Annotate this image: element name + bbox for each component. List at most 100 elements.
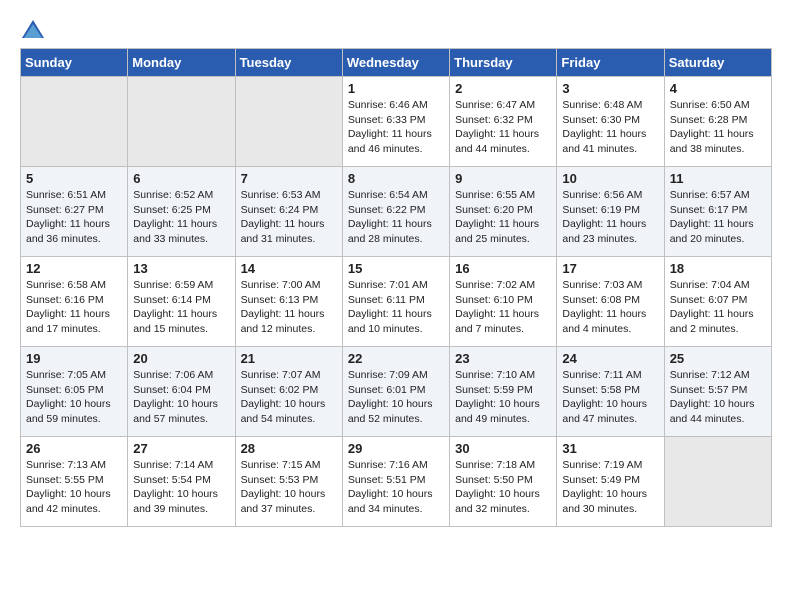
header-day-thursday: Thursday — [450, 49, 557, 77]
day-info: Sunrise: 6:52 AMSunset: 6:25 PMDaylight:… — [133, 188, 229, 247]
day-number: 28 — [241, 441, 337, 456]
calendar-cell: 2 Sunrise: 6:47 AMSunset: 6:32 PMDaylight… — [450, 77, 557, 167]
day-info: Sunrise: 7:19 AMSunset: 5:49 PMDaylight:… — [562, 458, 658, 517]
calendar-cell: 31 Sunrise: 7:19 AMSunset: 5:49 PMDayligh… — [557, 437, 664, 527]
day-info: Sunrise: 7:06 AMSunset: 6:04 PMDaylight:… — [133, 368, 229, 427]
header-day-tuesday: Tuesday — [235, 49, 342, 77]
day-number: 22 — [348, 351, 444, 366]
calendar-cell: 3Sunrise: 6:48 AMSunset: 6:30 PMDaylight… — [557, 77, 664, 167]
calendar-cell: 19 Sunrise: 7:05 AMSunset: 6:05 PMDayligh… — [21, 347, 128, 437]
logo — [20, 20, 46, 38]
day-number: 23 — [455, 351, 551, 366]
calendar-cell — [235, 77, 342, 167]
day-number: 25 — [670, 351, 766, 366]
day-number: 1 — [348, 81, 444, 96]
calendar-cell: 1 Sunrise: 6:46 AMSunset: 6:33 PMDaylight… — [342, 77, 449, 167]
calendar-cell: 7 Sunrise: 6:53 AMSunset: 6:24 PMDaylight… — [235, 167, 342, 257]
day-number: 31 — [562, 441, 658, 456]
calendar-cell: 8 Sunrise: 6:54 AMSunset: 6:22 PMDaylight… — [342, 167, 449, 257]
header-day-monday: Monday — [128, 49, 235, 77]
day-number: 17 — [562, 261, 658, 276]
calendar-week-3: 12 Sunrise: 6:58 AMSunset: 6:16 PMDayligh… — [21, 257, 772, 347]
day-info: Sunrise: 7:16 AMSunset: 5:51 PMDaylight:… — [348, 458, 444, 517]
day-info: Sunrise: 6:51 AMSunset: 6:27 PMDaylight:… — [26, 188, 122, 247]
day-info: Sunrise: 7:05 AMSunset: 6:05 PMDaylight:… — [26, 368, 122, 427]
page-header — [20, 20, 772, 38]
day-info: Sunrise: 7:15 AMSunset: 5:53 PMDaylight:… — [241, 458, 337, 517]
day-number: 18 — [670, 261, 766, 276]
calendar-cell: 20 Sunrise: 7:06 AMSunset: 6:04 PMDayligh… — [128, 347, 235, 437]
day-info: Sunrise: 7:18 AMSunset: 5:50 PMDaylight:… — [455, 458, 551, 517]
day-number: 10 — [562, 171, 658, 186]
calendar-cell: 12 Sunrise: 6:58 AMSunset: 6:16 PMDayligh… — [21, 257, 128, 347]
header-day-friday: Friday — [557, 49, 664, 77]
day-number: 30 — [455, 441, 551, 456]
calendar-week-1: 1 Sunrise: 6:46 AMSunset: 6:33 PMDaylight… — [21, 77, 772, 167]
calendar-cell: 16 Sunrise: 7:02 AMSunset: 6:10 PMDayligh… — [450, 257, 557, 347]
day-number: 13 — [133, 261, 229, 276]
calendar-cell — [21, 77, 128, 167]
calendar-cell: 29Sunrise: 7:16 AMSunset: 5:51 PMDayligh… — [342, 437, 449, 527]
day-number: 5 — [26, 171, 122, 186]
day-number: 15 — [348, 261, 444, 276]
day-number: 9 — [455, 171, 551, 186]
calendar-cell — [128, 77, 235, 167]
day-number: 8 — [348, 171, 444, 186]
day-number: 2 — [455, 81, 551, 96]
day-info: Sunrise: 7:07 AMSunset: 6:02 PMDaylight:… — [241, 368, 337, 427]
calendar-cell: 21 Sunrise: 7:07 AMSunset: 6:02 PMDayligh… — [235, 347, 342, 437]
day-info: Sunrise: 7:03 AMSunset: 6:08 PMDaylight:… — [562, 278, 658, 337]
calendar-cell: 23 Sunrise: 7:10 AMSunset: 5:59 PMDayligh… — [450, 347, 557, 437]
day-info: Sunrise: 7:04 AMSunset: 6:07 PMDaylight:… — [670, 278, 766, 337]
day-info: Sunrise: 7:11 AMSunset: 5:58 PMDaylight:… — [562, 368, 658, 427]
day-number: 16 — [455, 261, 551, 276]
header-day-saturday: Saturday — [664, 49, 771, 77]
calendar-header-row: SundayMondayTuesdayWednesdayThursdayFrid… — [21, 49, 772, 77]
calendar-week-5: 26Sunrise: 7:13 AMSunset: 5:55 PMDayligh… — [21, 437, 772, 527]
calendar-cell — [664, 437, 771, 527]
calendar-cell: 5 Sunrise: 6:51 AMSunset: 6:27 PMDaylight… — [21, 167, 128, 257]
calendar-cell: 17 Sunrise: 7:03 AMSunset: 6:08 PMDayligh… — [557, 257, 664, 347]
day-number: 14 — [241, 261, 337, 276]
day-info: Sunrise: 7:02 AMSunset: 6:10 PMDaylight:… — [455, 278, 551, 337]
calendar-table: SundayMondayTuesdayWednesdayThursdayFrid… — [20, 48, 772, 527]
day-number: 19 — [26, 351, 122, 366]
day-number: 7 — [241, 171, 337, 186]
day-info: Sunrise: 7:10 AMSunset: 5:59 PMDaylight:… — [455, 368, 551, 427]
day-number: 27 — [133, 441, 229, 456]
day-number: 11 — [670, 171, 766, 186]
day-info: Sunrise: 7:12 AMSunset: 5:57 PMDaylight:… — [670, 368, 766, 427]
day-info: Sunrise: 6:57 AMSunset: 6:17 PMDaylight:… — [670, 188, 766, 247]
day-number: 21 — [241, 351, 337, 366]
calendar-cell: 10 Sunrise: 6:56 AMSunset: 6:19 PMDayligh… — [557, 167, 664, 257]
calendar-cell: 18 Sunrise: 7:04 AMSunset: 6:07 PMDayligh… — [664, 257, 771, 347]
header-day-sunday: Sunday — [21, 49, 128, 77]
day-number: 6 — [133, 171, 229, 186]
day-info: Sunrise: 6:47 AMSunset: 6:32 PMDaylight:… — [455, 98, 551, 157]
day-info: Sunrise: 6:50 AMSunset: 6:28 PMDaylight:… — [670, 98, 766, 157]
day-info: Sunrise: 6:56 AMSunset: 6:19 PMDaylight:… — [562, 188, 658, 247]
calendar-cell: 28 Sunrise: 7:15 AMSunset: 5:53 PMDayligh… — [235, 437, 342, 527]
calendar-cell: 24Sunrise: 7:11 AMSunset: 5:58 PMDayligh… — [557, 347, 664, 437]
calendar-cell: 9Sunrise: 6:55 AMSunset: 6:20 PMDaylight… — [450, 167, 557, 257]
day-info: Sunrise: 6:53 AMSunset: 6:24 PMDaylight:… — [241, 188, 337, 247]
day-number: 3 — [562, 81, 658, 96]
calendar-week-2: 5 Sunrise: 6:51 AMSunset: 6:27 PMDaylight… — [21, 167, 772, 257]
day-number: 12 — [26, 261, 122, 276]
day-info: Sunrise: 6:58 AMSunset: 6:16 PMDaylight:… — [26, 278, 122, 337]
day-info: Sunrise: 7:00 AMSunset: 6:13 PMDaylight:… — [241, 278, 337, 337]
day-number: 26 — [26, 441, 122, 456]
calendar-cell: 14 Sunrise: 7:00 AMSunset: 6:13 PMDayligh… — [235, 257, 342, 347]
day-info: Sunrise: 6:54 AMSunset: 6:22 PMDaylight:… — [348, 188, 444, 247]
day-info: Sunrise: 7:14 AMSunset: 5:54 PMDaylight:… — [133, 458, 229, 517]
header-day-wednesday: Wednesday — [342, 49, 449, 77]
calendar-cell: 25 Sunrise: 7:12 AMSunset: 5:57 PMDayligh… — [664, 347, 771, 437]
day-number: 4 — [670, 81, 766, 96]
calendar-cell: 6 Sunrise: 6:52 AMSunset: 6:25 PMDaylight… — [128, 167, 235, 257]
day-number: 20 — [133, 351, 229, 366]
calendar-cell: 11 Sunrise: 6:57 AMSunset: 6:17 PMDayligh… — [664, 167, 771, 257]
day-info: Sunrise: 6:46 AMSunset: 6:33 PMDaylight:… — [348, 98, 444, 157]
calendar-cell: 22Sunrise: 7:09 AMSunset: 6:01 PMDayligh… — [342, 347, 449, 437]
calendar-cell: 26Sunrise: 7:13 AMSunset: 5:55 PMDayligh… — [21, 437, 128, 527]
calendar-cell: 15Sunrise: 7:01 AMSunset: 6:11 PMDayligh… — [342, 257, 449, 347]
